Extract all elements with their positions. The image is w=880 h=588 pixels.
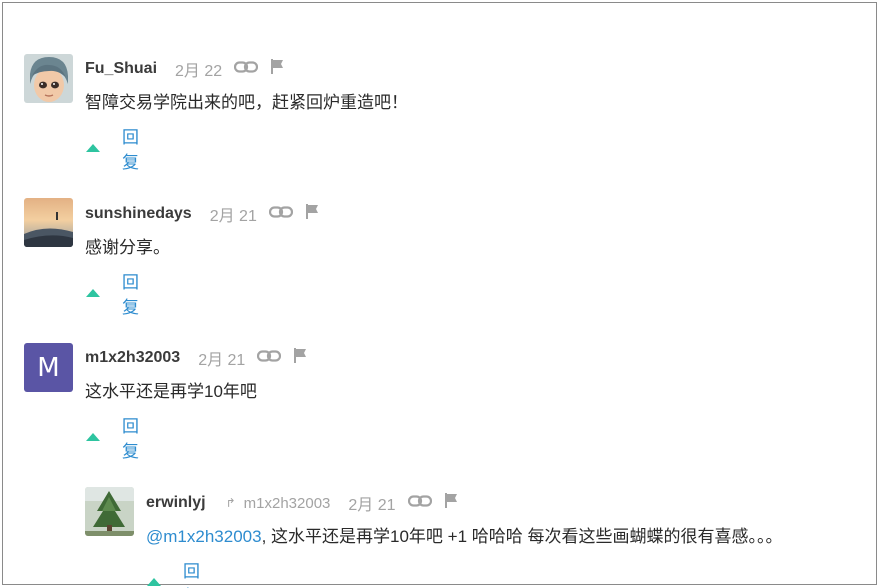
- comment-date[interactable]: 2月 21: [348, 491, 395, 515]
- upvote-icon[interactable]: [86, 144, 100, 152]
- comment-meta: Fu_Shuai 2月 22: [85, 57, 284, 81]
- comment-date[interactable]: 2月 21: [198, 346, 245, 370]
- author-name[interactable]: m1x2h32003: [85, 349, 180, 367]
- comment-meta: sunshinedays 2月 21: [85, 202, 319, 226]
- upvote-icon[interactable]: [147, 578, 161, 586]
- link-icon[interactable]: [234, 60, 259, 78]
- avatar[interactable]: [24, 54, 73, 103]
- comment-actions: 回复: [86, 268, 139, 318]
- author-name[interactable]: erwinlyj: [146, 494, 206, 512]
- flag-icon[interactable]: [305, 204, 319, 224]
- comment-actions: 回复: [147, 557, 200, 588]
- flag-icon[interactable]: [444, 493, 458, 513]
- comment-actions: 回复: [86, 412, 139, 462]
- landscape-photo-avatar-icon: [24, 198, 73, 247]
- link-icon[interactable]: [257, 349, 282, 367]
- comment-text: 智障交易学院出来的吧，赶紧回炉重造吧！: [85, 93, 408, 112]
- author-name[interactable]: Fu_Shuai: [85, 60, 157, 78]
- reply-button[interactable]: 回复: [122, 268, 139, 318]
- reply-to-author[interactable]: m1x2h32003: [244, 495, 331, 512]
- link-icon[interactable]: [268, 205, 293, 223]
- reply-button[interactable]: 回复: [183, 557, 200, 588]
- cartoon-face-avatar-icon: [24, 54, 73, 103]
- avatar[interactable]: [24, 198, 73, 247]
- reply-to[interactable]: ↱ m1x2h32003: [226, 495, 331, 512]
- avatar-initial: M: [37, 352, 60, 383]
- upvote-icon[interactable]: [86, 433, 100, 441]
- reply-arrow-icon: ↱: [225, 496, 236, 510]
- avatar-letter[interactable]: M: [24, 343, 73, 392]
- comment-date[interactable]: 2月 22: [175, 57, 222, 81]
- reply-button[interactable]: 回复: [122, 412, 139, 462]
- upvote-icon[interactable]: [86, 289, 100, 297]
- comment-meta: m1x2h32003 2月 21: [85, 346, 307, 370]
- tree-photo-avatar-icon: [85, 487, 134, 536]
- reply-button[interactable]: 回复: [122, 123, 139, 173]
- comment-actions: 回复: [86, 123, 139, 173]
- comment-text: 感谢分享。: [85, 238, 170, 257]
- comment-text: @m1x2h32003, 这水平还是再学10年吧 +1 哈哈哈 每次看这些画蝴蝶…: [146, 522, 782, 547]
- comment-body: , 这水平还是再学10年吧 +1 哈哈哈 每次看这些画蝴蝶的很有喜感。。。: [261, 527, 783, 546]
- flag-icon[interactable]: [270, 59, 284, 79]
- mention-link[interactable]: @m1x2h32003: [146, 527, 262, 546]
- comment-date[interactable]: 2月 21: [210, 202, 257, 226]
- comments-panel: Fu_Shuai 2月 22 智障交易学院出来的吧，赶紧回炉重造吧！ 回复 su…: [2, 2, 877, 588]
- flag-icon[interactable]: [293, 348, 307, 368]
- comment-text: 这水平还是再学10年吧: [85, 382, 257, 401]
- avatar[interactable]: [85, 487, 134, 536]
- comment-meta: erwinlyj ↱ m1x2h32003 2月 21: [146, 491, 458, 515]
- link-icon[interactable]: [407, 494, 432, 512]
- author-name[interactable]: sunshinedays: [85, 205, 192, 223]
